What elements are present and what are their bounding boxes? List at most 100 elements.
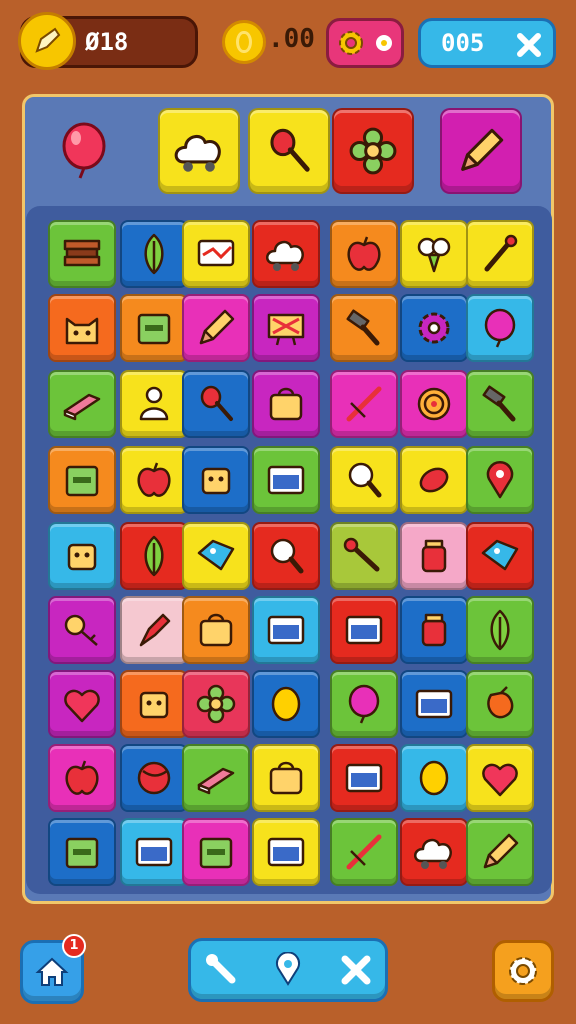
grid-tile[interactable] bbox=[330, 370, 398, 438]
grid-tile[interactable] bbox=[400, 294, 468, 362]
grid-tile[interactable] bbox=[466, 220, 534, 288]
grid-tile[interactable] bbox=[48, 446, 116, 514]
grid-tile[interactable] bbox=[330, 818, 398, 886]
grid-tile[interactable] bbox=[330, 744, 398, 812]
person-icon bbox=[139, 386, 169, 421]
grid-tile[interactable] bbox=[252, 818, 320, 886]
grid-tile[interactable] bbox=[252, 596, 320, 664]
grid-tile[interactable] bbox=[48, 522, 116, 590]
apple-icon bbox=[347, 236, 381, 271]
grid-tile[interactable] bbox=[48, 370, 116, 438]
egg-icon bbox=[419, 760, 449, 796]
grid-tile[interactable] bbox=[466, 370, 534, 438]
grid-tile[interactable] bbox=[252, 370, 320, 438]
grid-tile[interactable] bbox=[400, 818, 468, 886]
grid-tile[interactable] bbox=[252, 446, 320, 514]
options-button[interactable] bbox=[492, 940, 554, 1002]
gear-icon bbox=[418, 312, 450, 344]
grid-tile[interactable] bbox=[330, 596, 398, 664]
grid-tile[interactable] bbox=[252, 670, 320, 738]
grid-tile[interactable] bbox=[400, 446, 468, 514]
grid-tile[interactable] bbox=[120, 596, 188, 664]
shuffle-button[interactable] bbox=[334, 948, 378, 992]
gear-icon bbox=[509, 957, 537, 985]
grid-tile[interactable] bbox=[120, 220, 188, 288]
window-icon bbox=[415, 689, 453, 719]
box-icon bbox=[199, 837, 233, 869]
grid-tile[interactable] bbox=[120, 294, 188, 362]
grid-tile[interactable] bbox=[466, 818, 534, 886]
cloud-icon bbox=[266, 240, 304, 271]
grid-tile[interactable] bbox=[48, 744, 116, 812]
target-item[interactable] bbox=[158, 108, 240, 194]
grid-tile[interactable] bbox=[466, 670, 534, 738]
window-icon bbox=[267, 837, 305, 867]
grid-tile[interactable] bbox=[120, 522, 188, 590]
target-item[interactable] bbox=[440, 108, 522, 194]
pencil-icon[interactable] bbox=[18, 12, 76, 70]
grid-tile[interactable] bbox=[252, 522, 320, 590]
grid-tile[interactable] bbox=[400, 220, 468, 288]
flower-icon bbox=[349, 127, 397, 175]
grid-tile[interactable] bbox=[400, 670, 468, 738]
grid-tile[interactable] bbox=[400, 596, 468, 664]
window-icon bbox=[345, 763, 383, 793]
grid-tile[interactable] bbox=[48, 670, 116, 738]
grid-tile[interactable] bbox=[400, 744, 468, 812]
grid-tile[interactable] bbox=[252, 220, 320, 288]
grid-tile[interactable] bbox=[330, 220, 398, 288]
grid-tile[interactable] bbox=[182, 220, 250, 288]
grid-tile[interactable] bbox=[400, 370, 468, 438]
grid-tile[interactable] bbox=[182, 670, 250, 738]
grid-tile[interactable] bbox=[182, 744, 250, 812]
grid-tile[interactable] bbox=[120, 818, 188, 886]
grid-tile[interactable] bbox=[48, 294, 116, 362]
wrench-icon bbox=[206, 954, 236, 984]
wrench-icon bbox=[343, 537, 380, 572]
cloud-icon bbox=[174, 135, 221, 172]
coins-value: .00 bbox=[268, 24, 315, 54]
pin-button[interactable] bbox=[266, 948, 310, 992]
book-icon bbox=[63, 239, 101, 267]
spiral-icon bbox=[417, 387, 451, 421]
grid-tile[interactable] bbox=[400, 522, 468, 590]
magnifier-icon bbox=[348, 462, 382, 498]
home-icon bbox=[35, 957, 69, 986]
grid-tile[interactable] bbox=[182, 818, 250, 886]
close-icon[interactable] bbox=[515, 31, 543, 59]
grid-tile[interactable] bbox=[120, 744, 188, 812]
grid-tile[interactable] bbox=[182, 370, 250, 438]
grid-tile[interactable] bbox=[330, 670, 398, 738]
grid-tile[interactable] bbox=[48, 818, 116, 886]
eraser-icon bbox=[197, 767, 235, 795]
grid-tile[interactable] bbox=[48, 596, 116, 664]
settings-button[interactable] bbox=[326, 18, 404, 68]
target-balloon bbox=[56, 120, 112, 186]
grid-tile[interactable] bbox=[120, 370, 188, 438]
grid-tile[interactable] bbox=[330, 446, 398, 514]
grid-tile[interactable] bbox=[330, 294, 398, 362]
grid-tile[interactable] bbox=[120, 670, 188, 738]
grid-tile[interactable] bbox=[466, 596, 534, 664]
grid-tile[interactable] bbox=[48, 220, 116, 288]
grid-tile[interactable] bbox=[182, 596, 250, 664]
target-item[interactable] bbox=[248, 108, 330, 194]
target-item[interactable] bbox=[332, 108, 414, 194]
notification-badge: 1 bbox=[62, 934, 86, 958]
balloon-icon bbox=[348, 684, 380, 724]
grid-tile[interactable] bbox=[466, 522, 534, 590]
spoon-icon bbox=[200, 385, 233, 421]
grid-tile[interactable] bbox=[330, 522, 398, 590]
grid-tile[interactable] bbox=[252, 294, 320, 362]
grid-tile[interactable] bbox=[182, 294, 250, 362]
grid-tile[interactable] bbox=[182, 446, 250, 514]
grid-tile[interactable] bbox=[182, 522, 250, 590]
leaf-icon bbox=[144, 233, 164, 275]
grid-tile[interactable] bbox=[120, 446, 188, 514]
bag-icon bbox=[199, 613, 233, 647]
grid-tile[interactable] bbox=[466, 744, 534, 812]
hint-button[interactable] bbox=[200, 948, 244, 992]
grid-tile[interactable] bbox=[252, 744, 320, 812]
grid-tile[interactable] bbox=[466, 446, 534, 514]
grid-tile[interactable] bbox=[466, 294, 534, 362]
